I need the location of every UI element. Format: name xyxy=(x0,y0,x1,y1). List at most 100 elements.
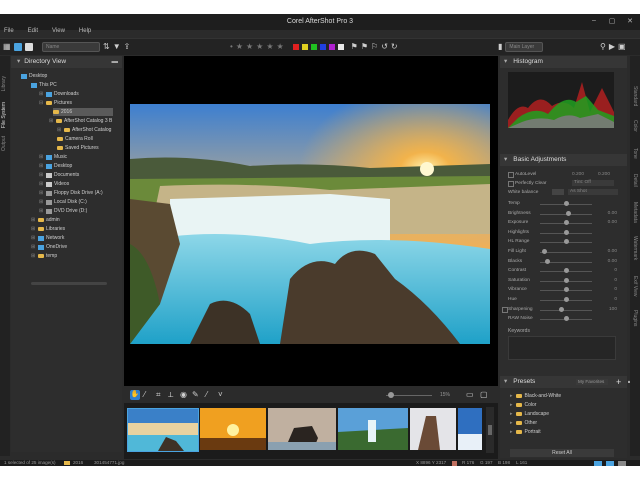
slider-knob[interactable] xyxy=(564,229,569,235)
slider-row-hl-range[interactable]: HL Range xyxy=(506,238,620,246)
tab-plugins[interactable]: Plugins xyxy=(632,310,638,326)
zoom-slider-knob[interactable] xyxy=(388,392,394,398)
layer-icon[interactable]: ▮ xyxy=(498,43,502,51)
tree-item-floppy[interactable]: ⊞ Floppy Disk Drive (A:) xyxy=(39,189,103,197)
perfectly-clear-checkbox[interactable] xyxy=(508,181,514,187)
thumbnail-2[interactable] xyxy=(200,408,266,450)
slider-row-brightness[interactable]: Brightness 0.00 xyxy=(506,210,620,218)
slider-knob[interactable] xyxy=(564,297,569,302)
tree-item-dvd-drive[interactable]: ⊞ DVD Drive (D:) xyxy=(39,207,87,215)
rating-star-4[interactable]: ★ xyxy=(266,43,273,51)
brush-icon[interactable]: ⁄ xyxy=(206,391,207,399)
tree-item-documents[interactable]: ⊞ Documents xyxy=(39,171,79,179)
tab-output[interactable]: Output xyxy=(1,136,7,151)
panel-menu-icon[interactable]: ▬ xyxy=(112,56,119,68)
slider-row-vibrance[interactable]: Vibrance 0 xyxy=(506,286,620,294)
rotate-right-icon[interactable]: ↻ xyxy=(391,43,398,51)
color-label-purple[interactable] xyxy=(328,44,335,50)
fullscreen-icon[interactable]: ▢ xyxy=(480,391,488,399)
upload-icon[interactable]: ⇪ xyxy=(124,43,131,51)
preset-color[interactable]: ▸ Color xyxy=(510,402,536,408)
reset-all-button[interactable]: Reset All xyxy=(510,449,614,457)
flag-reject-icon[interactable]: ⚐ xyxy=(371,43,378,51)
tab-exif-view[interactable]: Exif View xyxy=(632,276,638,296)
menu-file[interactable]: File xyxy=(4,28,14,34)
color-label-white[interactable] xyxy=(337,44,344,50)
tree-item-saved-pictures[interactable]: Saved Pictures xyxy=(57,144,99,152)
tree-horizontal-scrollbar[interactable] xyxy=(31,282,107,285)
sort-order-icon[interactable]: ⇅ xyxy=(103,43,110,51)
slider-row-fill-light[interactable]: Fill Light 0.00 xyxy=(506,248,620,256)
minimize-button[interactable]: – xyxy=(590,17,598,25)
slider-row-highlights[interactable]: Highlights xyxy=(506,229,620,237)
export-icon[interactable]: ▣ xyxy=(618,43,626,51)
slider-row-hue[interactable]: Hue 0 xyxy=(506,296,620,304)
thumbnail-5[interactable] xyxy=(410,408,456,450)
slideshow-icon[interactable]: ▶ xyxy=(609,43,615,51)
slider-knob[interactable] xyxy=(564,201,569,206)
autolevel-row[interactable]: AutoLevel 0.200 0.200 xyxy=(506,171,620,179)
tab-standard[interactable]: Standard xyxy=(632,86,638,106)
menu-edit[interactable]: Edit xyxy=(28,28,38,34)
tree-item-catalog-3b[interactable]: ⊞ AfterShot Catalog 3 B xyxy=(49,117,112,125)
color-label-green[interactable] xyxy=(310,44,317,50)
color-label-blue[interactable] xyxy=(319,44,326,50)
tab-color[interactable]: Color xyxy=(632,120,638,132)
status-view-icon-2[interactable] xyxy=(606,461,614,466)
slider-knob[interactable] xyxy=(542,249,548,254)
maximize-button[interactable]: ▢ xyxy=(608,17,616,25)
tree-item-catalog[interactable]: ⊞ AfterShot Catalog xyxy=(57,126,111,134)
flag-icon[interactable]: ⚑ xyxy=(351,43,358,51)
tree-item-camera-roll[interactable]: Camera Roll xyxy=(57,135,93,143)
close-button[interactable]: ✕ xyxy=(626,17,634,25)
slider-knob[interactable] xyxy=(566,210,572,216)
layer-combo[interactable]: Main Layer xyxy=(505,42,544,52)
rating-star-1[interactable]: ★ xyxy=(236,43,243,51)
rating-star-2[interactable]: ★ xyxy=(246,43,253,51)
redeye-icon[interactable]: ◉ xyxy=(180,391,187,399)
tree-item-downloads[interactable]: ⊞ Downloads xyxy=(39,90,79,98)
presets-header[interactable]: ▾Presets My Favorites + ▬ xyxy=(500,376,635,388)
slider-row-sharpening[interactable]: Sharpening 100 xyxy=(502,306,620,314)
thumbnail-4[interactable] xyxy=(338,408,408,450)
keywords-input[interactable] xyxy=(508,336,616,360)
tree-item-temp[interactable]: ⊞ temp xyxy=(31,252,57,260)
tree-item-videos[interactable]: ⊞ Videos xyxy=(39,180,69,188)
tree-item-2016[interactable]: 2016 xyxy=(53,108,113,116)
reject-dot-icon[interactable]: • xyxy=(230,43,233,51)
histogram-header[interactable]: ▾ Histogram xyxy=(500,56,627,68)
filmstrip-scroll-thumb[interactable] xyxy=(488,425,492,435)
tree-item-desktop-2[interactable]: ⊞ Desktop xyxy=(39,162,72,170)
autolevel-checkbox[interactable] xyxy=(508,172,514,178)
fit-icon[interactable]: ▭ xyxy=(466,391,474,399)
slider-knob[interactable] xyxy=(564,316,569,322)
thumbnail-6[interactable] xyxy=(458,408,482,450)
preset-landscape[interactable]: ▸ Landscape xyxy=(510,411,549,417)
retouch-icon[interactable]: ✎ xyxy=(192,391,199,399)
slider-row-blacks[interactable]: Blacks 0.00 xyxy=(506,258,620,266)
color-label-red[interactable] xyxy=(292,44,299,50)
single-view-icon[interactable] xyxy=(13,43,22,51)
thumbnail-1[interactable] xyxy=(127,408,199,452)
slider-knob[interactable] xyxy=(564,268,569,274)
flag-pick-icon[interactable]: ⚑ xyxy=(361,43,368,51)
straighten-icon[interactable]: ⟂ xyxy=(168,391,173,399)
white-balance-picker-icon[interactable] xyxy=(552,189,564,195)
preset-portrait[interactable]: ▸ Portrait xyxy=(510,429,541,435)
status-view-icon-3[interactable] xyxy=(618,461,626,466)
tab-file-system[interactable]: File System xyxy=(1,102,7,128)
basic-adjustments-header[interactable]: ▾ Basic Adjustments xyxy=(500,154,627,166)
perfectly-clear-row[interactable]: Perfectly Clear Tint: Off xyxy=(506,180,620,188)
slider-knob[interactable] xyxy=(544,258,550,264)
tab-watermark[interactable]: Watermark xyxy=(632,236,638,260)
slider-knob[interactable] xyxy=(559,306,565,312)
filmstrip-scrollbar[interactable] xyxy=(486,407,494,453)
tree-item-this-pc[interactable]: This PC xyxy=(31,81,57,89)
add-preset-icon[interactable]: + xyxy=(616,376,621,388)
tree-item-music[interactable]: ⊞ Music xyxy=(39,153,67,161)
sort-combo[interactable]: Name xyxy=(42,42,100,52)
sharpening-checkbox[interactable] xyxy=(502,306,508,313)
hand-tool-icon[interactable]: ✋ xyxy=(130,390,140,400)
tab-metadata[interactable]: Metadata xyxy=(632,202,638,223)
presets-combo[interactable]: My Favorites xyxy=(576,379,608,385)
